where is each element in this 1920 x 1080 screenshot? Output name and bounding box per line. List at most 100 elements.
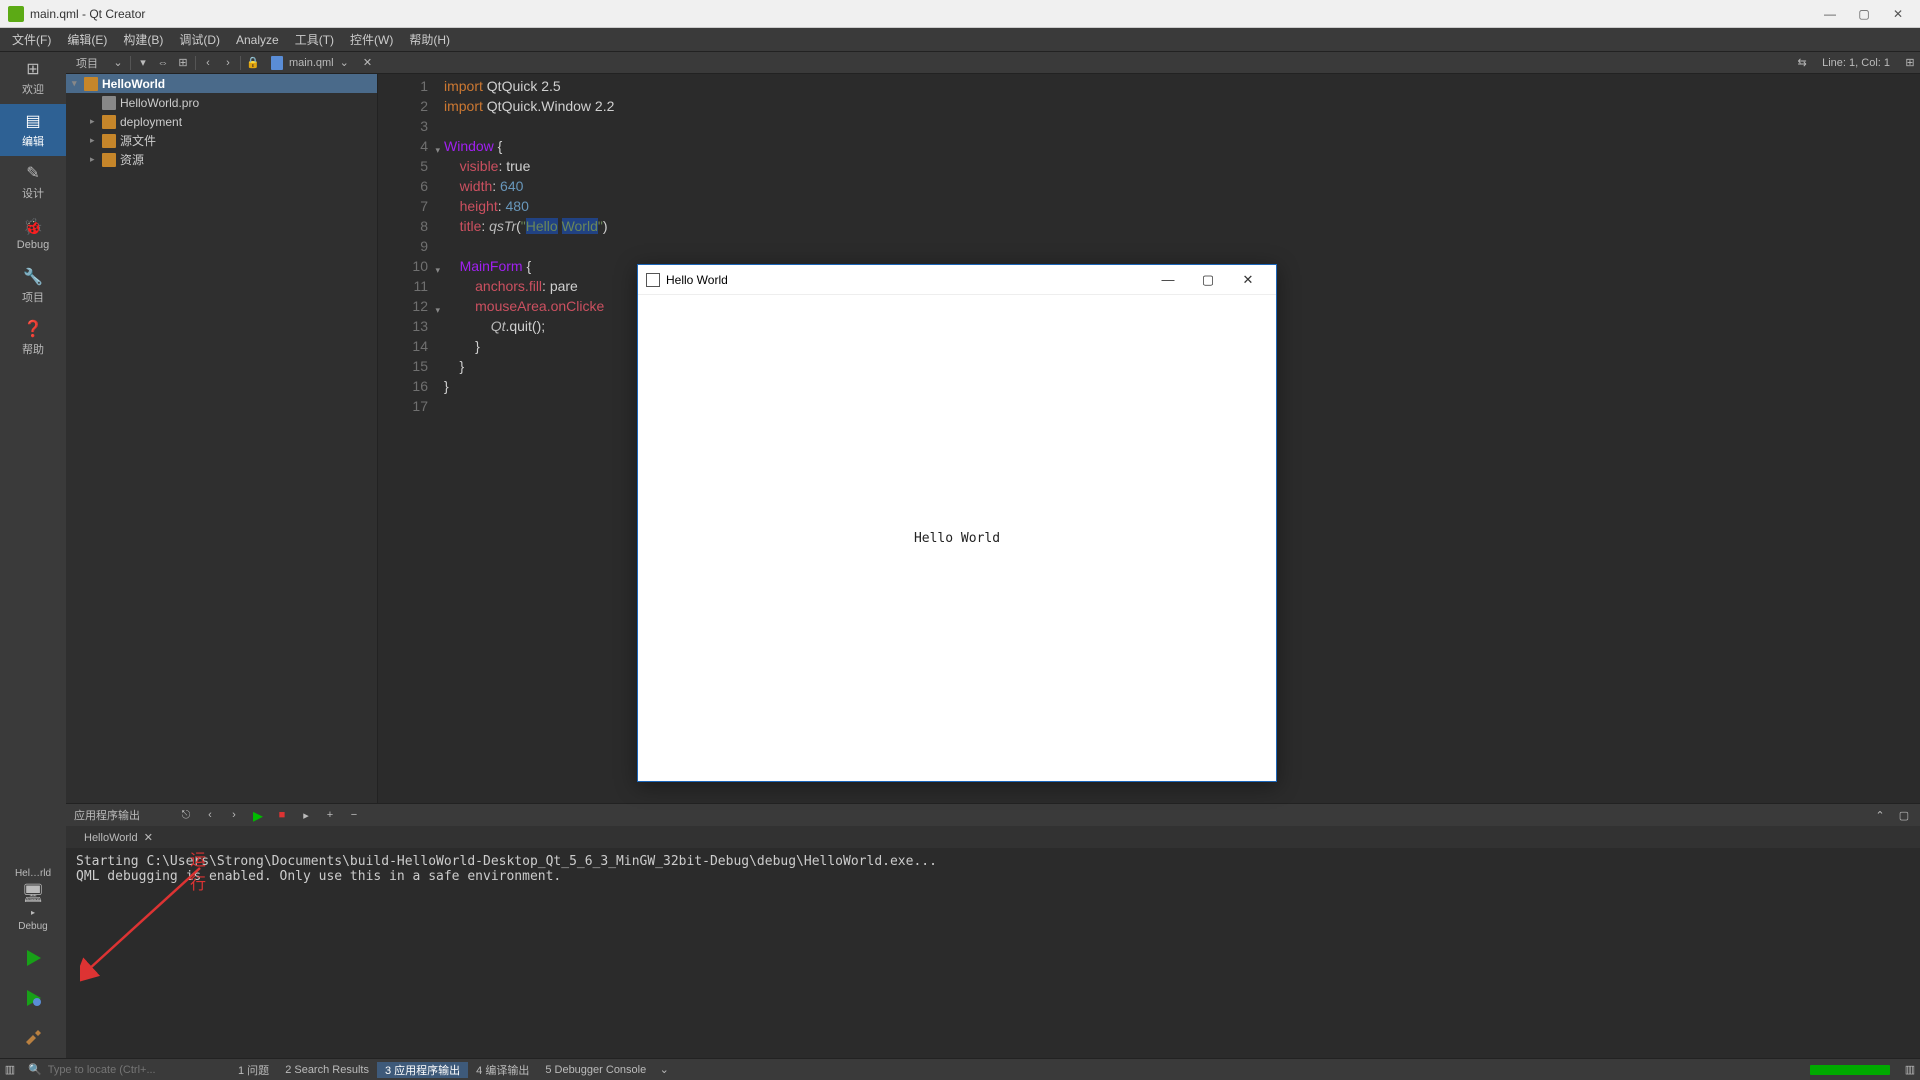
close-button[interactable]: ✕: [1890, 6, 1906, 22]
toggle-sidebar-icon[interactable]: ▥: [0, 1063, 20, 1076]
tree-label: HelloWorld: [102, 77, 165, 91]
debug-run-button[interactable]: [0, 978, 66, 1018]
menu-widgets[interactable]: 控件(W): [342, 28, 401, 51]
folder-icon: [102, 153, 116, 167]
output-text[interactable]: Starting C:\Users\Strong\Documents\build…: [66, 848, 1920, 1058]
sync-icon[interactable]: ⇆: [1792, 56, 1812, 69]
cursor-position: Line: 1, Col: 1: [1812, 57, 1900, 69]
menu-debug[interactable]: 调试(D): [171, 28, 228, 51]
edit-icon: ▤: [25, 111, 40, 131]
sb-search[interactable]: 2 Search Results: [277, 1064, 377, 1076]
tree-project-root[interactable]: ▾ HelloWorld: [66, 74, 377, 93]
prev-icon[interactable]: ‹: [202, 809, 218, 821]
popup-titlebar[interactable]: Hello World — ▢ ✕: [638, 265, 1276, 295]
dropdown-icon[interactable]: ⌄: [108, 56, 128, 69]
tree-folder[interactable]: ▸ 源文件: [66, 131, 377, 150]
add-button[interactable]: +: [322, 809, 338, 821]
target-selector[interactable]: Hel…rld 🖥 ▸ Debug: [0, 862, 66, 938]
next-icon[interactable]: ›: [226, 809, 242, 821]
link-icon[interactable]: ⇔: [153, 57, 173, 69]
run-button[interactable]: [0, 938, 66, 978]
mode-help[interactable]: ❓ 帮助: [0, 312, 66, 364]
tree-label: HelloWorld.pro: [120, 96, 199, 110]
bug-icon: 🐞: [23, 217, 43, 237]
chevron-right-icon[interactable]: ▸: [90, 154, 102, 165]
search-icon: 🔍: [28, 1063, 42, 1076]
mode-label: 编辑: [22, 133, 44, 149]
close-file-button[interactable]: ✕: [363, 56, 372, 69]
remove-button[interactable]: −: [346, 809, 362, 821]
stop-button[interactable]: ■: [274, 809, 290, 821]
wrench-icon: 🔧: [23, 267, 43, 287]
chevron-right-icon[interactable]: ▸: [90, 116, 102, 127]
tree-file[interactable]: HelloWorld.pro: [66, 93, 377, 112]
pencil-icon: ✎: [26, 163, 39, 183]
line-gutter: 1234▾5678910▾1112▾1314151617: [378, 74, 444, 803]
split-icon[interactable]: ⊞: [1900, 56, 1920, 69]
sb-issues[interactable]: 1 问题: [230, 1062, 277, 1078]
menu-build[interactable]: 构建(B): [115, 28, 171, 51]
tree-label: 源文件: [120, 132, 156, 149]
mode-label: 项目: [22, 289, 44, 305]
mode-design[interactable]: ✎ 设计: [0, 156, 66, 208]
window-title: main.qml - Qt Creator: [30, 7, 1822, 21]
tree-folder[interactable]: ▸ deployment: [66, 112, 377, 131]
mode-projects[interactable]: 🔧 项目: [0, 260, 66, 312]
debug-attach-icon[interactable]: ▸: [298, 809, 314, 822]
menu-file[interactable]: 文件(F): [4, 28, 59, 51]
collapse-icon[interactable]: ⌃: [1872, 809, 1888, 822]
mode-label: 设计: [22, 185, 44, 201]
tree-label: deployment: [120, 115, 182, 129]
dropdown-icon[interactable]: ⌄: [340, 56, 349, 69]
attach-icon[interactable]: ⎋: [178, 809, 194, 822]
sb-debugger[interactable]: 5 Debugger Console: [537, 1064, 654, 1076]
sb-compile[interactable]: 4 编译输出: [468, 1062, 537, 1078]
toggle-right-sidebar-icon[interactable]: ▥: [1900, 1063, 1920, 1076]
mode-welcome[interactable]: ⊞ 欢迎: [0, 52, 66, 104]
filter-icon[interactable]: ▾: [133, 56, 153, 69]
popup-content: Hello World: [638, 295, 1276, 781]
maximize-pane-icon[interactable]: ▢: [1896, 809, 1912, 822]
menu-tools[interactable]: 工具(T): [287, 28, 342, 51]
running-app-window[interactable]: Hello World — ▢ ✕ Hello World: [637, 264, 1277, 782]
minimize-button[interactable]: —: [1822, 6, 1838, 22]
qt-logo-icon: [8, 6, 24, 22]
lock-icon[interactable]: 🔒: [243, 56, 263, 69]
rerun-button[interactable]: ▸: [250, 803, 266, 828]
mode-edit[interactable]: ▤ 编辑: [0, 104, 66, 156]
sb-appoutput[interactable]: 3 应用程序输出: [377, 1062, 468, 1078]
dropdown-icon[interactable]: ⌄: [654, 1063, 674, 1076]
menu-help[interactable]: 帮助(H): [401, 28, 458, 51]
project-tree[interactable]: ▾ HelloWorld HelloWorld.pro ▸ deployment…: [66, 74, 378, 803]
open-file-tab[interactable]: main.qml ⌄: [263, 56, 357, 70]
mode-label: 欢迎: [22, 81, 44, 97]
tree-folder[interactable]: ▸ 资源: [66, 150, 377, 169]
build-progress: [1810, 1065, 1890, 1075]
chevron-right-icon[interactable]: ▸: [90, 135, 102, 146]
menu-analyze[interactable]: Analyze: [228, 30, 287, 50]
mode-label: 帮助: [22, 341, 44, 357]
question-icon: ❓: [23, 319, 43, 339]
build-button[interactable]: [0, 1018, 66, 1058]
project-dropdown[interactable]: 项目: [66, 55, 108, 71]
forward-button[interactable]: ›: [218, 57, 238, 69]
window-titlebar: main.qml - Qt Creator — ▢ ✕: [0, 0, 1920, 28]
chevron-down-icon[interactable]: ▾: [72, 78, 84, 89]
popup-maximize-button[interactable]: ▢: [1188, 272, 1228, 288]
popup-minimize-button[interactable]: —: [1148, 272, 1188, 287]
popup-title: Hello World: [666, 273, 1148, 287]
status-bar: ▥ 🔍 1 问题 2 Search Results 3 应用程序输出 4 编译输…: [0, 1058, 1920, 1080]
locator-input[interactable]: [48, 1064, 208, 1076]
back-button[interactable]: ‹: [198, 57, 218, 69]
maximize-button[interactable]: ▢: [1856, 6, 1872, 22]
popup-close-button[interactable]: ✕: [1228, 272, 1268, 288]
qml-file-icon: [271, 56, 283, 70]
project-folder-icon: [84, 77, 98, 91]
mode-bar: ⊞ 欢迎 ▤ 编辑 ✎ 设计 🐞 Debug 🔧 项目 ❓ 帮助 Hel…rld…: [0, 52, 66, 1058]
menu-edit[interactable]: 编辑(E): [59, 28, 115, 51]
output-panel: 应用程序输出 ⎋ ‹ › ▸ ■ ▸ + − ⌃ ▢ HelloWorld ✕ …: [66, 803, 1920, 1058]
mode-debug[interactable]: 🐞 Debug: [0, 208, 66, 260]
locator[interactable]: 🔍: [20, 1063, 230, 1076]
output-tab[interactable]: HelloWorld ✕: [74, 829, 163, 846]
expand-icon[interactable]: ⊞: [173, 56, 193, 69]
